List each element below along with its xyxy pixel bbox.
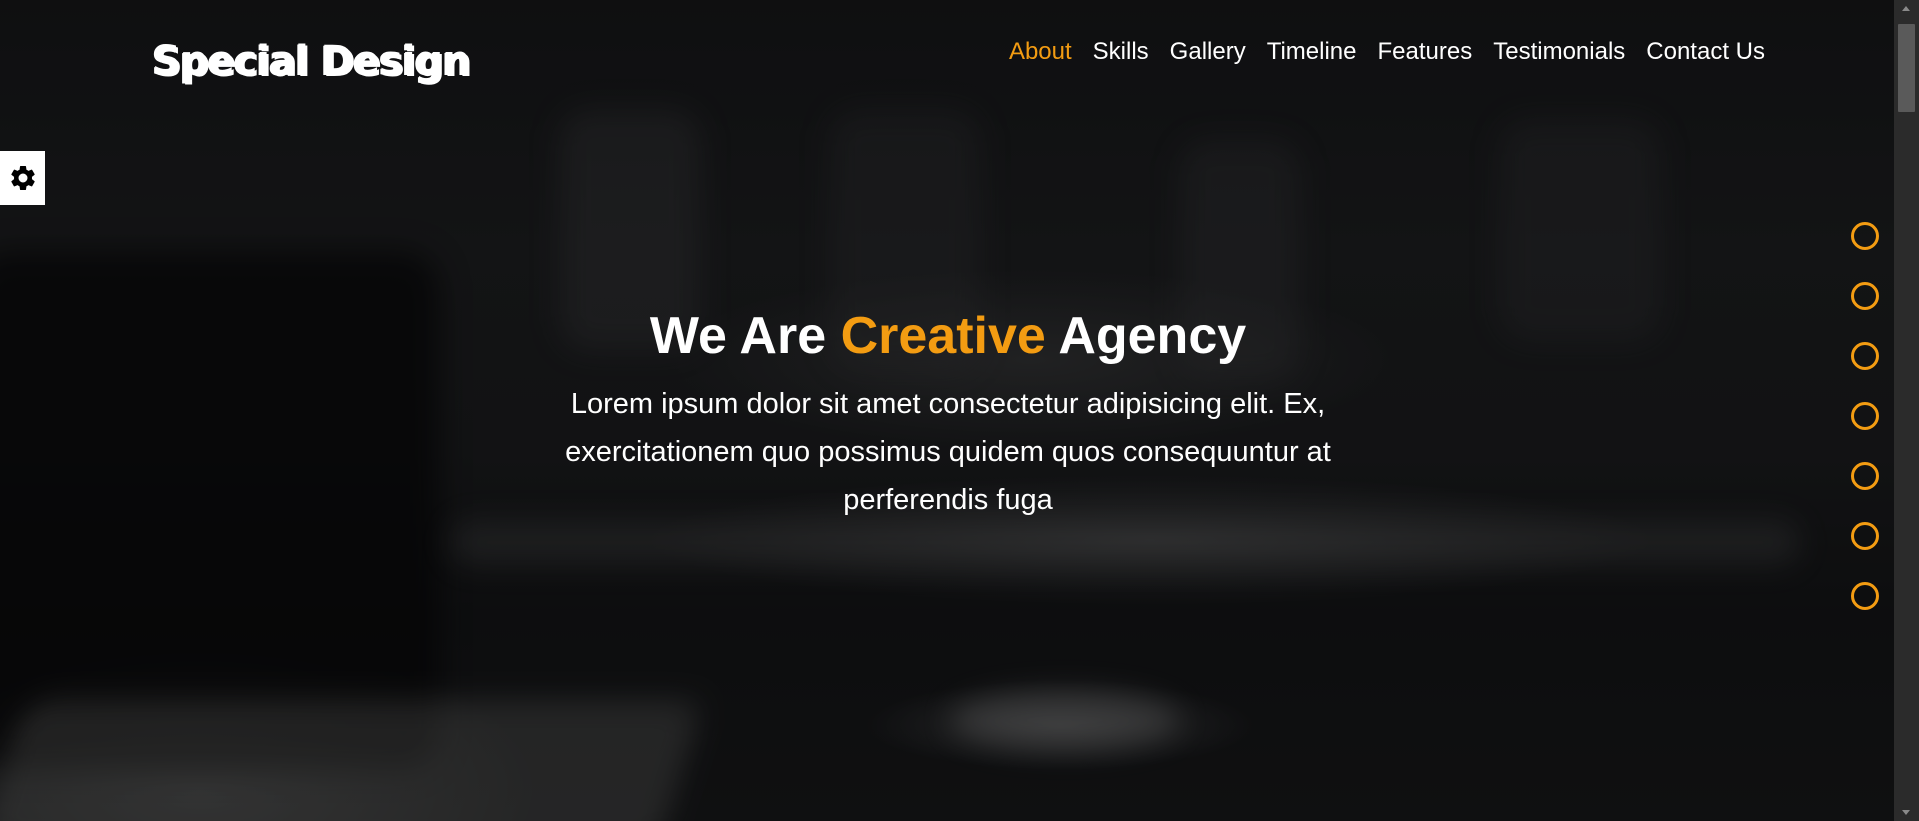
site-logo[interactable]: Special Design <box>152 38 471 84</box>
hero-description: Lorem ipsum dolor sit amet consectetur a… <box>565 388 1331 516</box>
main-nav: About Skills Gallery Timeline Features T… <box>988 38 1765 66</box>
section-bullet-features[interactable] <box>1851 462 1879 490</box>
section-bullet-contact[interactable] <box>1851 582 1879 610</box>
nav-link-gallery[interactable]: Gallery <box>1170 38 1246 66</box>
scroll-up-arrow-icon[interactable] <box>1902 6 1910 11</box>
hero-title-part2: Agency <box>1045 307 1247 365</box>
section-bullet-skills[interactable] <box>1851 282 1879 310</box>
section-bullet-gallery[interactable] <box>1851 342 1879 370</box>
hero-content: We Are Creative Agency Lorem ipsum dolor… <box>480 300 1416 524</box>
page: Special Design About Skills Gallery Time… <box>0 0 1919 821</box>
nav-link-features[interactable]: Features <box>1378 38 1473 66</box>
hero-title-accent: Creative <box>840 307 1046 365</box>
scroll-down-arrow-icon[interactable] <box>1902 810 1910 815</box>
nav-link-timeline[interactable]: Timeline <box>1267 38 1357 66</box>
section-bullet-about[interactable] <box>1851 222 1879 250</box>
hero-title: We Are Creative Agency <box>480 300 1416 372</box>
nav-link-testimonials[interactable]: Testimonials <box>1493 38 1625 66</box>
settings-toggle-button[interactable] <box>0 151 45 205</box>
gear-icon <box>10 165 35 190</box>
nav-link-about[interactable]: About <box>1009 38 1072 66</box>
section-bullet-timeline[interactable] <box>1851 402 1879 430</box>
scrollbar-thumb[interactable] <box>1898 24 1915 112</box>
hero-title-part1: We Are <box>649 307 841 365</box>
section-bullets <box>1851 222 1881 642</box>
section-bullet-testimonials[interactable] <box>1851 522 1879 550</box>
page-scrollbar[interactable] <box>1894 0 1919 821</box>
nav-link-contact-us[interactable]: Contact Us <box>1646 38 1765 66</box>
nav-link-skills[interactable]: Skills <box>1093 38 1149 66</box>
